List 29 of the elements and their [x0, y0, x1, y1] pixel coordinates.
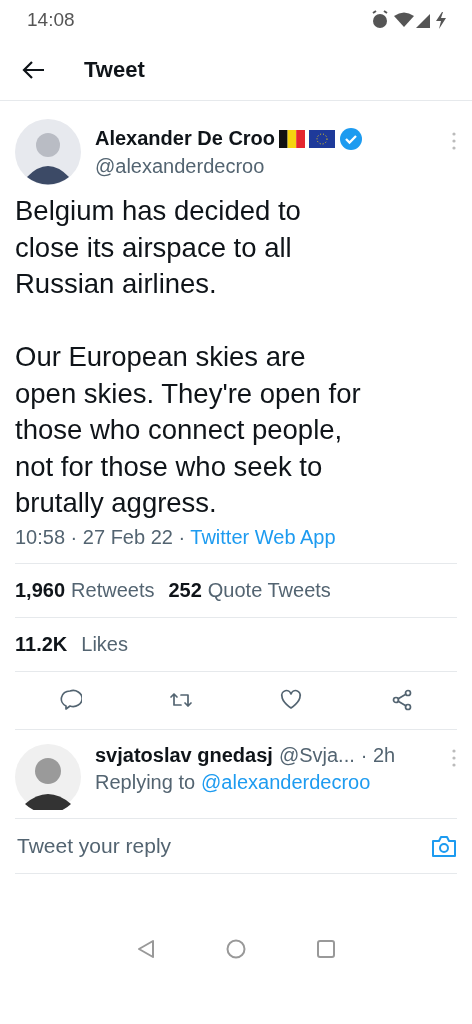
reply-time: · 2h	[360, 743, 396, 767]
stat-label[interactable]: Quote Tweets	[207, 578, 331, 602]
stat-count: 252	[168, 578, 202, 602]
recents-nav-icon[interactable]	[316, 938, 336, 959]
page-title: Tweet	[84, 57, 145, 83]
camera-icon[interactable]	[431, 833, 457, 858]
author-name: Alexander De Croo	[95, 127, 276, 150]
back-arrow-icon[interactable]	[22, 60, 46, 80]
reply-input-field[interactable]: Tweet your reply	[15, 832, 431, 859]
tweet-text: Our European skies are open skies. They're open for those who connect people, not for those who seek to brutally aggress.	[15, 340, 362, 520]
stat-count: 1,960	[15, 578, 66, 602]
status-time: 14:08	[27, 9, 75, 31]
reply-author-name: svjatoslav gnedasj	[95, 743, 273, 767]
more-options-icon[interactable]	[451, 747, 457, 768]
reply-author-handle: @Svja...	[278, 743, 355, 767]
tweet-text: Belgium has decided to close its airspace to all Russian airlines.	[15, 194, 302, 301]
flag-icon	[309, 129, 336, 148]
author-avatar	[15, 119, 81, 185]
likes-count: 11.2K	[15, 632, 68, 656]
back-nav-icon[interactable]	[136, 938, 156, 959]
author-handle: @alexanderdecroo	[95, 154, 266, 178]
stat-label[interactable]: Retweets	[71, 578, 155, 602]
more-options-icon[interactable]	[451, 131, 457, 151]
reply-avatar	[15, 743, 81, 810]
replying-to-label: Replying to	[95, 770, 196, 794]
likes-label[interactable]: Likes	[81, 632, 128, 656]
flag-icon	[279, 129, 306, 148]
home-nav-icon[interactable]	[226, 938, 246, 959]
tweet-timestamp: 10:58 · 27 Feb 22 ·	[15, 525, 187, 548]
